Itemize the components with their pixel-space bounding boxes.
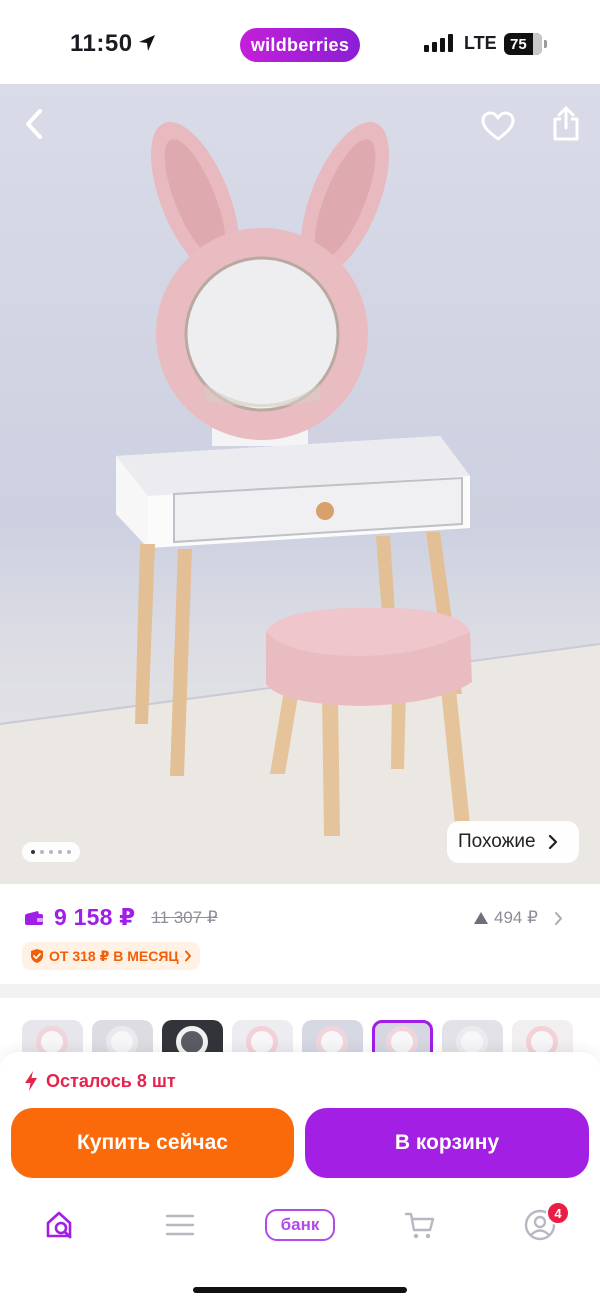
menu-icon [165,1214,195,1236]
notification-badge: 4 [546,1201,570,1225]
share-button[interactable] [546,104,586,144]
chevron-right-icon [554,911,562,925]
page-dot [67,850,71,854]
location-arrow-icon [139,35,155,51]
points-value: 494 ₽ [494,908,538,927]
bottom-tab-bar: банк 4 [0,1197,600,1253]
back-button[interactable] [14,104,54,144]
favorite-button[interactable] [478,106,518,146]
tab-bank[interactable]: банк [264,1197,336,1253]
triangle-icon [474,912,488,924]
heart-icon [481,111,515,141]
lightning-icon [25,1071,37,1091]
old-price: 11 307 ₽ [151,907,218,927]
page-dot [40,850,44,854]
tab-catalog[interactable] [150,1197,210,1253]
brand-logo: wildberries [240,28,360,62]
similar-label: Похожие [458,831,536,852]
battery-tip [544,40,547,48]
gallery-page-indicator [22,842,80,862]
network-type: LTE [464,33,497,53]
add-to-cart-button[interactable]: В корзину [305,1108,589,1178]
chevron-right-icon [548,834,557,850]
shield-check-icon [31,949,43,963]
price-card: 9 158 ₽ 11 307 ₽ 494 ₽ ОТ 318 ₽ В МЕСЯЦ [0,884,600,984]
wallet-icon [25,910,43,925]
page-dot [58,850,62,854]
chevron-left-icon [26,109,42,139]
section-divider [0,984,600,998]
status-bar: 11:50 wildberries LTE 75 [0,0,600,84]
stock-indicator: Осталось 8 шт [24,1070,176,1092]
thumbnail-strip [0,998,600,1058]
bank-label: банк [265,1209,335,1241]
price-row: 9 158 ₽ 11 307 ₽ [24,904,218,931]
page-dot [49,850,53,854]
signal-icon [424,34,453,52]
installment-badge[interactable]: ОТ 318 ₽ В МЕСЯЦ [22,942,200,970]
buy-now-button[interactable]: Купить сейчас [11,1108,294,1178]
similar-products-button[interactable]: Похожие [447,821,579,863]
battery-level: 75 [510,35,527,53]
tab-cart[interactable] [390,1197,450,1253]
share-icon [553,106,579,141]
product-photo [0,121,600,884]
points-link[interactable]: 494 ₽ [474,908,563,928]
tab-home[interactable] [30,1197,90,1253]
home-search-icon [46,1211,72,1239]
battery-icon: 75 [504,33,542,55]
page-dot [31,850,35,854]
tab-profile[interactable]: 4 [510,1197,570,1253]
chevron-right-icon [184,950,191,962]
installment-text: ОТ 318 ₽ В МЕСЯЦ [49,947,179,964]
home-indicator [193,1287,407,1293]
cart-icon [404,1212,435,1239]
status-time: 11:50 [70,30,133,57]
purchase-panel: Осталось 8 шт Купить сейчас В корзину ба… [0,1052,600,1303]
stock-text: Осталось 8 шт [46,1070,176,1091]
product-image-gallery[interactable]: Похожие [0,84,600,884]
current-price: 9 158 ₽ [54,904,136,930]
